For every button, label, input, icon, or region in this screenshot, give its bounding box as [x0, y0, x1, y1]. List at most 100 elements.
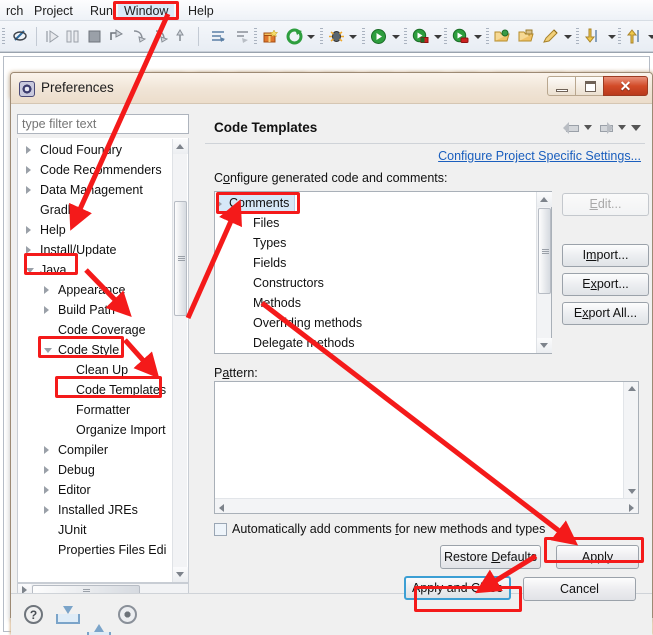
next-annotation-icon[interactable]	[626, 28, 643, 45]
chevron-down-icon[interactable]	[307, 35, 315, 39]
template-item-overriding-methods[interactable]: Overriding methods	[215, 313, 535, 333]
code-templates-list[interactable]: Comments Files Types Fields Constructors Meth…	[214, 191, 552, 354]
sidebar-item-debug[interactable]: Debug	[18, 460, 173, 480]
template-item-delegate-methods[interactable]: Delegate methods	[215, 333, 535, 353]
sidebar-item-appearance[interactable]: Appearance	[18, 280, 173, 300]
sidebar-item-junit[interactable]: JUnit	[18, 520, 173, 540]
toolbar-drag-handle[interactable]	[404, 28, 407, 45]
sidebar-item-properties-files-edi[interactable]: Properties Files Edi	[18, 540, 173, 560]
step-into-selection-icon[interactable]	[108, 28, 125, 45]
drop-to-frame-icon[interactable]	[234, 28, 251, 45]
chevron-right-icon[interactable]	[44, 306, 49, 314]
scroll-up-button[interactable]	[537, 192, 552, 207]
new-wizard-icon[interactable]	[262, 28, 279, 45]
auto-comments-checkbox-row[interactable]: Automatically add comments for new metho…	[214, 522, 545, 536]
cancel-button[interactable]: Cancel	[523, 577, 636, 601]
marker-icon[interactable]	[542, 28, 559, 45]
templates-vertical-scrollbar[interactable]	[536, 192, 552, 353]
chevron-right-icon[interactable]	[26, 146, 31, 154]
sidebar-item-formatter[interactable]: Formatter	[18, 400, 173, 420]
template-item-comments[interactable]: Comments	[217, 194, 295, 213]
debug-icon[interactable]	[328, 28, 345, 45]
preferences-tree[interactable]: Cloud Foundry Code Recommenders Data Manag…	[17, 138, 189, 583]
terminate-icon[interactable]	[86, 28, 103, 45]
chevron-down-icon[interactable]	[564, 35, 572, 39]
previous-annotation-icon[interactable]	[584, 28, 601, 45]
menu-item-search[interactable]: rch	[0, 3, 29, 19]
sidebar-item-gradle[interactable]: Gradle	[18, 200, 173, 220]
scroll-down-button[interactable]	[537, 338, 552, 353]
pattern-horizontal-scrollbar[interactable]	[215, 498, 638, 513]
profile-icon[interactable]	[452, 28, 469, 45]
step-return-icon[interactable]	[174, 28, 191, 45]
step-into-icon[interactable]	[130, 28, 147, 45]
skip-all-breakpoints-icon[interactable]	[210, 28, 227, 45]
page-menu-chevron-down-icon[interactable]	[631, 124, 641, 131]
open-task-icon[interactable]	[518, 28, 535, 45]
chevron-right-icon[interactable]	[44, 466, 49, 474]
back-history-chevron-down-icon[interactable]	[584, 125, 592, 130]
toolbar-drag-handle[interactable]	[362, 28, 365, 45]
toolbar-drag-handle[interactable]	[618, 28, 621, 45]
toolbar-drag-handle[interactable]	[576, 28, 579, 45]
tree-vertical-scrollbar[interactable]	[172, 139, 188, 582]
menu-item-window[interactable]: Window	[118, 3, 175, 19]
disable-breakpoints-icon[interactable]	[12, 28, 29, 45]
template-item-files[interactable]: Files	[215, 213, 535, 233]
chevron-right-icon[interactable]	[44, 286, 49, 294]
export-button[interactable]: Export...	[562, 273, 649, 296]
maximize-button[interactable]	[575, 76, 604, 96]
forward-history-chevron-down-icon[interactable]	[618, 125, 626, 130]
minimize-button[interactable]	[547, 76, 576, 96]
sidebar-item-code-recommenders[interactable]: Code Recommenders	[18, 160, 173, 180]
resume-icon[interactable]	[44, 28, 61, 45]
chevron-down-icon[interactable]	[474, 35, 482, 39]
open-type-icon[interactable]	[494, 28, 511, 45]
toolbar-drag-handle[interactable]	[444, 28, 447, 45]
toolbar-drag-handle[interactable]	[254, 28, 257, 45]
step-over-icon[interactable]	[152, 28, 169, 45]
tree-scroll-thumb[interactable]	[174, 201, 187, 316]
chevron-down-icon[interactable]	[349, 35, 357, 39]
templates-scroll-thumb[interactable]	[538, 208, 551, 294]
menu-item-run[interactable]: Run	[84, 3, 119, 19]
template-item-fields[interactable]: Fields	[215, 253, 535, 273]
sidebar-item-data-management[interactable]: Data Management	[18, 180, 173, 200]
template-item-methods[interactable]: Methods	[215, 293, 535, 313]
chevron-right-icon[interactable]	[26, 246, 31, 254]
sidebar-item-editor[interactable]: Editor	[18, 480, 173, 500]
filter-input[interactable]	[17, 114, 189, 134]
pattern-textarea[interactable]	[214, 381, 639, 514]
chevron-right-icon[interactable]	[44, 486, 49, 494]
export-preferences-icon[interactable]	[87, 624, 111, 635]
sidebar-item-code-coverage[interactable]: Code Coverage	[18, 320, 173, 340]
refresh-icon[interactable]	[286, 28, 303, 45]
chevron-down-icon[interactable]	[608, 35, 616, 39]
sidebar-item-build-path[interactable]: Build Path	[18, 300, 173, 320]
sidebar-item-cloud-foundry[interactable]: Cloud Foundry	[18, 140, 173, 160]
toolbar-drag-handle[interactable]	[2, 28, 5, 45]
suspend-icon[interactable]	[64, 28, 81, 45]
chevron-right-icon[interactable]	[44, 446, 49, 454]
toolbar-drag-handle[interactable]	[486, 28, 489, 45]
configure-project-specific-settings-link[interactable]: Configure Project Specific Settings...	[438, 149, 641, 163]
apply-and-close-button[interactable]: Apply and Close	[404, 576, 511, 600]
menu-item-project[interactable]: Project	[28, 3, 79, 19]
restore-defaults-button[interactable]: Restore Defaults	[440, 545, 541, 569]
sidebar-item-code-templates[interactable]: Code Templates	[18, 380, 173, 400]
pattern-vertical-scrollbar[interactable]	[623, 382, 638, 498]
chevron-right-icon[interactable]	[26, 226, 31, 234]
apply-button[interactable]: Apply	[556, 545, 639, 569]
chevron-down-icon[interactable]	[648, 35, 653, 39]
menu-item-help[interactable]: Help	[182, 3, 220, 19]
forward-arrow-icon[interactable]	[597, 121, 613, 134]
sidebar-item-compiler[interactable]: Compiler	[18, 440, 173, 460]
target-icon[interactable]	[118, 605, 137, 624]
run-icon[interactable]	[370, 28, 387, 45]
auto-comments-checkbox[interactable]	[214, 522, 227, 536]
toolbar-drag-handle[interactable]	[320, 28, 323, 45]
sidebar-item-java[interactable]: Java	[18, 260, 173, 280]
coverage-icon[interactable]	[412, 28, 429, 45]
chevron-down-icon[interactable]	[392, 35, 400, 39]
sidebar-item-code-style[interactable]: Code Style	[18, 340, 173, 360]
